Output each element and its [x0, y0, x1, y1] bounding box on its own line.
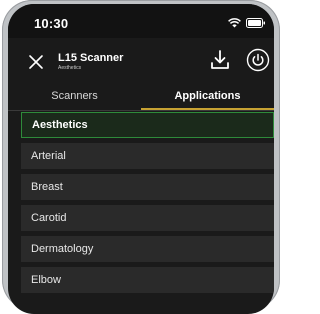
list-item-dermatology[interactable]: Dermatology — [21, 236, 274, 262]
list-item-elbow[interactable]: Elbow — [21, 267, 274, 293]
wifi-icon — [228, 18, 241, 28]
phone-screen: 10:30 L15 Scanner Aesthetics Scanners Ap… — [8, 4, 274, 314]
list-item-aesthetics[interactable]: Aesthetics — [21, 112, 274, 138]
list-item-breast[interactable]: Breast — [21, 174, 274, 200]
list-item-carotid[interactable]: Carotid — [21, 205, 274, 231]
tab-scanners[interactable]: Scanners — [8, 88, 141, 110]
power-icon[interactable] — [246, 48, 270, 72]
status-bar: 10:30 — [8, 4, 274, 38]
app-header: L15 Scanner Aesthetics — [8, 38, 274, 88]
scanner-title: L15 Scanner — [58, 52, 124, 64]
header-title-block: L15 Scanner Aesthetics — [58, 52, 123, 72]
scanner-subtitle: Aesthetics — [58, 65, 82, 71]
phone-frame: 10:30 L15 Scanner Aesthetics Scanners Ap… — [2, 0, 280, 314]
tab-applications[interactable]: Applications — [141, 88, 274, 110]
list-item-arterial[interactable]: Arterial — [21, 143, 274, 169]
download-icon[interactable] — [208, 48, 232, 72]
status-time: 10:30 — [34, 16, 69, 31]
close-icon[interactable] — [26, 52, 46, 72]
battery-icon — [246, 18, 265, 28]
tab-bar: Scanners Applications — [8, 88, 274, 111]
